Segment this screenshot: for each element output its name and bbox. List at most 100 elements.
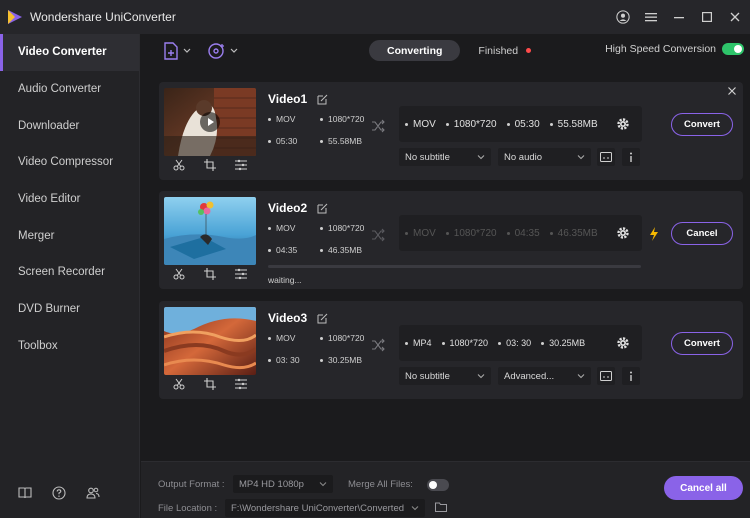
source-size: 55.58MB [328,136,363,146]
sidebar-item-video-converter[interactable]: Video Converter [0,34,139,71]
audio-select[interactable]: Advanced... [498,367,591,385]
source-duration: 04:35 [276,245,298,255]
video-thumbnail[interactable] [164,197,256,265]
video-name: Video3 [268,311,328,325]
chevron-down-icon [230,48,238,53]
sidebar-item-label: Merger [18,229,55,242]
tab-converting[interactable]: Converting [369,40,461,61]
gear-icon[interactable] [616,336,630,350]
target-format-box[interactable]: MOV 1080*720 05:30 55.58MB [399,106,642,142]
sidebar-item-video-compressor[interactable]: Video Compressor [0,144,139,181]
target-resolution: 1080*720 [453,118,497,130]
sidebar-item-merger[interactable]: Merger [0,217,139,254]
subtitle-select[interactable]: No subtitle [399,367,491,385]
video-thumbnail[interactable] [164,88,256,156]
chevron-down-icon [477,155,485,160]
cancel-button[interactable]: Cancel [671,222,733,245]
sidebar-item-downloader[interactable]: Downloader [0,107,139,144]
sidebar-item-audio-converter[interactable]: Audio Converter [0,71,139,108]
add-disc-button[interactable] [208,41,238,61]
high-speed-conversion: High Speed Conversion [605,43,744,55]
account-icon[interactable] [616,10,630,24]
users-icon[interactable] [86,486,100,500]
subtitle-edit-icon[interactable] [597,148,615,166]
scissors-icon[interactable] [173,268,185,280]
source-resolution: 1080*720 [328,333,365,343]
toolbar: Converting Finished High Speed Conversio… [141,34,750,68]
convert-arrow-icon [372,119,385,133]
close-icon[interactable] [727,86,737,96]
play-icon[interactable] [200,112,220,132]
source-size: 30.25MB [328,355,363,365]
sidebar-item-label: Video Editor [18,193,81,206]
tab-label: Finished [478,44,519,57]
effects-icon[interactable] [234,159,247,171]
book-icon[interactable] [18,486,32,500]
target-format: MOV [413,118,436,130]
cancel-button-label: Cancel [686,228,718,239]
source-format: MOV [276,114,296,124]
sidebar-item-video-editor[interactable]: Video Editor [0,181,139,218]
merge-toggle[interactable] [427,479,449,491]
source-duration: 03: 30 [276,355,300,365]
sidebar-item-dvd-burner[interactable]: DVD Burner [0,291,139,328]
target-resolution: 1080*720 [449,338,489,348]
gear-icon[interactable] [616,117,630,131]
crop-icon[interactable] [203,159,216,171]
target-format: MP4 [413,338,432,348]
video-title: Video2 [268,201,308,215]
output-format-label: Output Format : [158,479,225,490]
thumbnail-tools [164,156,256,174]
crop-icon[interactable] [203,378,216,390]
high-speed-toggle[interactable] [722,43,744,55]
effects-icon[interactable] [234,378,247,390]
folder-icon[interactable] [435,502,447,512]
subtitle-select[interactable]: No subtitle [399,148,491,166]
source-format: MOV [276,223,296,233]
source-size: 46.35MB [328,245,363,255]
source-info: MOV 1080*720 05:30 55.58MB [268,114,373,158]
minimize-icon[interactable] [672,10,686,24]
high-speed-label: High Speed Conversion [605,43,716,55]
video-thumbnail[interactable] [164,307,256,375]
sidebar-item-toolbox[interactable]: Toolbox [0,328,139,365]
convert-button[interactable]: Convert [671,113,733,136]
output-format-value: MP4 HD 1080p [239,478,304,490]
disc-add-icon [208,43,224,59]
convert-button[interactable]: Convert [671,332,733,355]
target-format-box[interactable]: MOV 1080*720 04:35 46.35MB [399,215,642,251]
video-card-3: Video3 MOV 1080*720 03: 30 30.25MB MP4 1… [159,301,743,399]
video-name: Video1 [268,92,328,106]
effects-icon[interactable] [234,268,247,280]
audio-value: Advanced... [504,370,555,382]
file-location-select[interactable]: F:\Wondershare UniConverter\Converted [225,499,425,517]
edit-icon[interactable] [317,94,328,105]
scissors-icon[interactable] [173,159,185,171]
sidebar-item-screen-recorder[interactable]: Screen Recorder [0,254,139,291]
crop-icon[interactable] [203,268,216,280]
cancel-all-button[interactable]: Cancel all [664,476,743,500]
edit-icon[interactable] [317,203,328,214]
chevron-down-icon [319,482,327,487]
scissors-icon[interactable] [173,378,185,390]
edit-icon[interactable] [317,313,328,324]
menu-icon[interactable] [644,10,658,24]
source-duration: 05:30 [276,136,298,146]
sidebar-item-label: Audio Converter [18,83,102,96]
audio-select[interactable]: No audio [498,148,591,166]
output-format-select[interactable]: MP4 HD 1080p [233,475,333,493]
video-title: Video1 [268,92,308,106]
gear-icon[interactable] [616,226,630,240]
close-window-icon[interactable] [728,10,742,24]
info-icon[interactable] [622,148,640,166]
subtitle-edit-icon[interactable] [597,367,615,385]
info-icon[interactable] [622,367,640,385]
add-file-button[interactable] [163,41,191,61]
target-format-box[interactable]: MP4 1080*720 03: 30 30.25MB [399,325,642,361]
tab-finished[interactable]: Finished [460,40,549,61]
lightning-icon [650,227,658,241]
maximize-icon[interactable] [700,10,714,24]
sidebar-item-label: Toolbox [18,339,58,352]
help-icon[interactable] [52,486,66,500]
thumbnail-tools [164,265,256,283]
